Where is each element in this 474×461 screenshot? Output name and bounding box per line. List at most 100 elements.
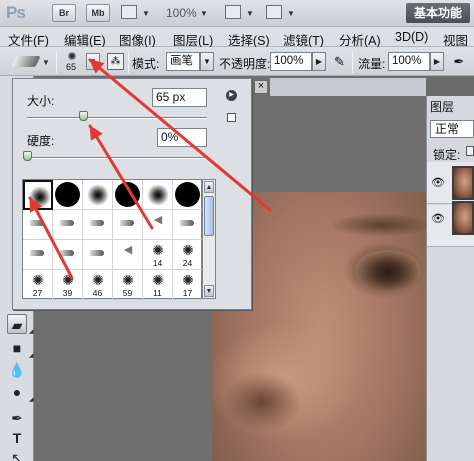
brush-tip-cell[interactable]: ✺ 24 bbox=[173, 240, 203, 270]
chisel-brush-icon bbox=[30, 220, 44, 226]
brush-tip-cell[interactable]: ✺ 46 bbox=[83, 270, 113, 300]
chisel-brush-icon bbox=[180, 220, 194, 226]
brush-panel-toggle-icon[interactable]: ⁂ bbox=[107, 53, 124, 70]
flow-label: 流量: bbox=[358, 57, 386, 71]
brush-tip-cell[interactable]: ✺ 17 bbox=[173, 270, 203, 300]
layer-thumbnail bbox=[452, 166, 474, 200]
scatter-brush-icon: ✺ bbox=[182, 242, 194, 258]
eye-icon[interactable]: 👁 bbox=[431, 176, 445, 189]
eraser-icon[interactable] bbox=[11, 56, 41, 67]
mode-dropdown-arrow[interactable]: ▼ bbox=[200, 52, 214, 71]
brush-tip-cell[interactable]: ◀ bbox=[113, 240, 143, 270]
photo-shadow bbox=[222, 372, 302, 432]
brush-size-label: 11 bbox=[153, 288, 162, 298]
flow-dropdown-arrow[interactable]: ▶ bbox=[430, 52, 444, 71]
brush-tip-cell[interactable] bbox=[83, 210, 113, 240]
size-slider-track[interactable] bbox=[27, 117, 207, 119]
brush-tip-grid: ◀ ◀ ✺ 14 ✺ 24 ✺ 27 ✺ 39 ✺ 46 ✺ 59 ✺ 11 ✺ 17 bbox=[22, 179, 203, 300]
chevron-down-icon[interactable]: ▼ bbox=[246, 9, 254, 18]
hardness-slider-thumb[interactable] bbox=[23, 151, 32, 161]
brush-menu-icon[interactable]: ▶ bbox=[226, 90, 237, 101]
dodge-tool-icon[interactable]: ● bbox=[7, 382, 27, 402]
chevron-down-icon[interactable]: ▼ bbox=[42, 58, 50, 67]
hardness-label: 硬度: bbox=[27, 134, 55, 148]
scroll-thumb[interactable] bbox=[204, 196, 214, 236]
brush-tip-cell[interactable] bbox=[23, 240, 53, 270]
brush-size-label: 24 bbox=[182, 258, 193, 268]
size-input[interactable]: 65 px bbox=[152, 88, 207, 107]
brush-tip-cell[interactable] bbox=[53, 210, 83, 240]
hard-round-brush-icon bbox=[55, 182, 80, 207]
mode-select[interactable]: 画笔 bbox=[166, 52, 200, 71]
size-label: 大小: bbox=[27, 94, 55, 108]
zoom-level[interactable]: 100% bbox=[166, 6, 197, 20]
close-icon[interactable]: × bbox=[254, 80, 268, 94]
blur-tool-icon[interactable]: 💧 bbox=[7, 360, 27, 380]
brush-size-label: 59 bbox=[122, 288, 133, 298]
chevron-down-icon[interactable]: ▼ bbox=[200, 9, 208, 18]
hardness-input[interactable]: 0% bbox=[157, 128, 207, 147]
brush-tip-cell[interactable] bbox=[113, 180, 143, 210]
scatter-brush-icon: ✺ bbox=[62, 272, 74, 288]
bridge-button[interactable]: Br bbox=[52, 4, 76, 22]
brush-tip-cell[interactable]: ✺ 11 bbox=[143, 270, 173, 300]
photo-eyebrow bbox=[332, 214, 426, 236]
workspace-button[interactable]: 基本功能 bbox=[406, 3, 470, 23]
brush-tip-cell[interactable] bbox=[23, 210, 53, 240]
scroll-up-icon[interactable]: ▲ bbox=[204, 181, 214, 193]
lock-transparency-icon[interactable] bbox=[466, 146, 474, 156]
arrange-documents-icon[interactable] bbox=[225, 5, 241, 19]
scatter-brush-icon: ✺ bbox=[152, 242, 164, 258]
path-selection-tool-icon[interactable]: ↖ bbox=[7, 448, 27, 461]
flow-input[interactable]: 100% bbox=[388, 52, 430, 71]
brush-tip-cell[interactable] bbox=[53, 240, 83, 270]
opacity-input[interactable]: 100% bbox=[270, 52, 312, 71]
chisel-brush-icon bbox=[60, 220, 74, 226]
brush-tip-cell[interactable] bbox=[23, 180, 53, 210]
layers-tab[interactable]: 图层 bbox=[430, 98, 454, 115]
screen-mode-icon[interactable] bbox=[266, 5, 282, 19]
opacity-label: 不透明度: bbox=[219, 57, 271, 71]
menu-3d[interactable]: 3D(D) bbox=[395, 30, 428, 44]
brush-tip-cell[interactable] bbox=[83, 180, 113, 210]
fan-brush-icon: ◀ bbox=[123, 244, 133, 256]
hardness-slider-track[interactable] bbox=[27, 157, 207, 159]
tool-options-bar: ▼ 65 ▼ ⁂ 模式: 画笔 ▼ 不透明度: 100% ▶ ✎ 流量: 100… bbox=[0, 47, 474, 76]
scatter-brush-icon: ✺ bbox=[122, 272, 134, 288]
hard-round-brush-icon bbox=[175, 182, 200, 207]
brush-tip-cell[interactable] bbox=[113, 210, 143, 240]
brush-picker-dropdown[interactable]: ▼ bbox=[86, 53, 100, 70]
type-tool-icon[interactable]: T bbox=[7, 428, 27, 448]
gradient-tool-icon[interactable]: ■ bbox=[7, 338, 27, 358]
brush-tip-cell[interactable]: ✺ 59 bbox=[113, 270, 143, 300]
size-slider-thumb[interactable] bbox=[78, 111, 88, 121]
brush-tip-cell[interactable] bbox=[173, 210, 203, 240]
brush-tip-cell[interactable] bbox=[53, 180, 83, 210]
eraser-tool-icon[interactable]: ▰ bbox=[7, 314, 27, 334]
brush-tip-cell[interactable]: ◀ bbox=[143, 210, 173, 240]
mode-label: 模式: bbox=[132, 57, 160, 71]
blend-mode-select[interactable]: 正常 bbox=[430, 120, 474, 138]
brush-grid-scrollbar[interactable]: ▲ ▼ bbox=[202, 179, 216, 299]
pen-tool-icon[interactable]: ✒ bbox=[7, 408, 27, 428]
chevron-down-icon[interactable]: ▼ bbox=[142, 9, 150, 18]
brush-tip-cell[interactable]: ✺ 39 bbox=[53, 270, 83, 300]
brush-tip-cell[interactable] bbox=[83, 240, 113, 270]
brush-size-label: 14 bbox=[152, 258, 163, 268]
chevron-down-icon[interactable]: ▼ bbox=[287, 9, 295, 18]
brush-preview-icon[interactable] bbox=[68, 52, 76, 60]
tablet-pressure-icon[interactable]: ✎ bbox=[331, 53, 348, 70]
brush-size-number: 65 bbox=[66, 62, 77, 72]
opacity-dropdown-arrow[interactable]: ▶ bbox=[312, 52, 326, 71]
new-preset-icon[interactable] bbox=[227, 113, 236, 122]
brush-tip-cell[interactable] bbox=[173, 180, 203, 210]
brush-tip-cell[interactable]: ✺ 27 bbox=[23, 270, 53, 300]
brush-tip-cell[interactable] bbox=[143, 180, 173, 210]
brush-tip-cell[interactable]: ✺ 14 bbox=[143, 240, 173, 270]
document-tab[interactable] bbox=[270, 78, 426, 96]
eye-icon[interactable]: 👁 bbox=[431, 212, 445, 225]
airbrush-icon[interactable]: ✒ bbox=[450, 53, 468, 70]
minibridge-button[interactable]: Mb bbox=[86, 4, 110, 22]
view-extras-icon[interactable] bbox=[121, 5, 137, 19]
scroll-down-icon[interactable]: ▼ bbox=[204, 285, 214, 297]
